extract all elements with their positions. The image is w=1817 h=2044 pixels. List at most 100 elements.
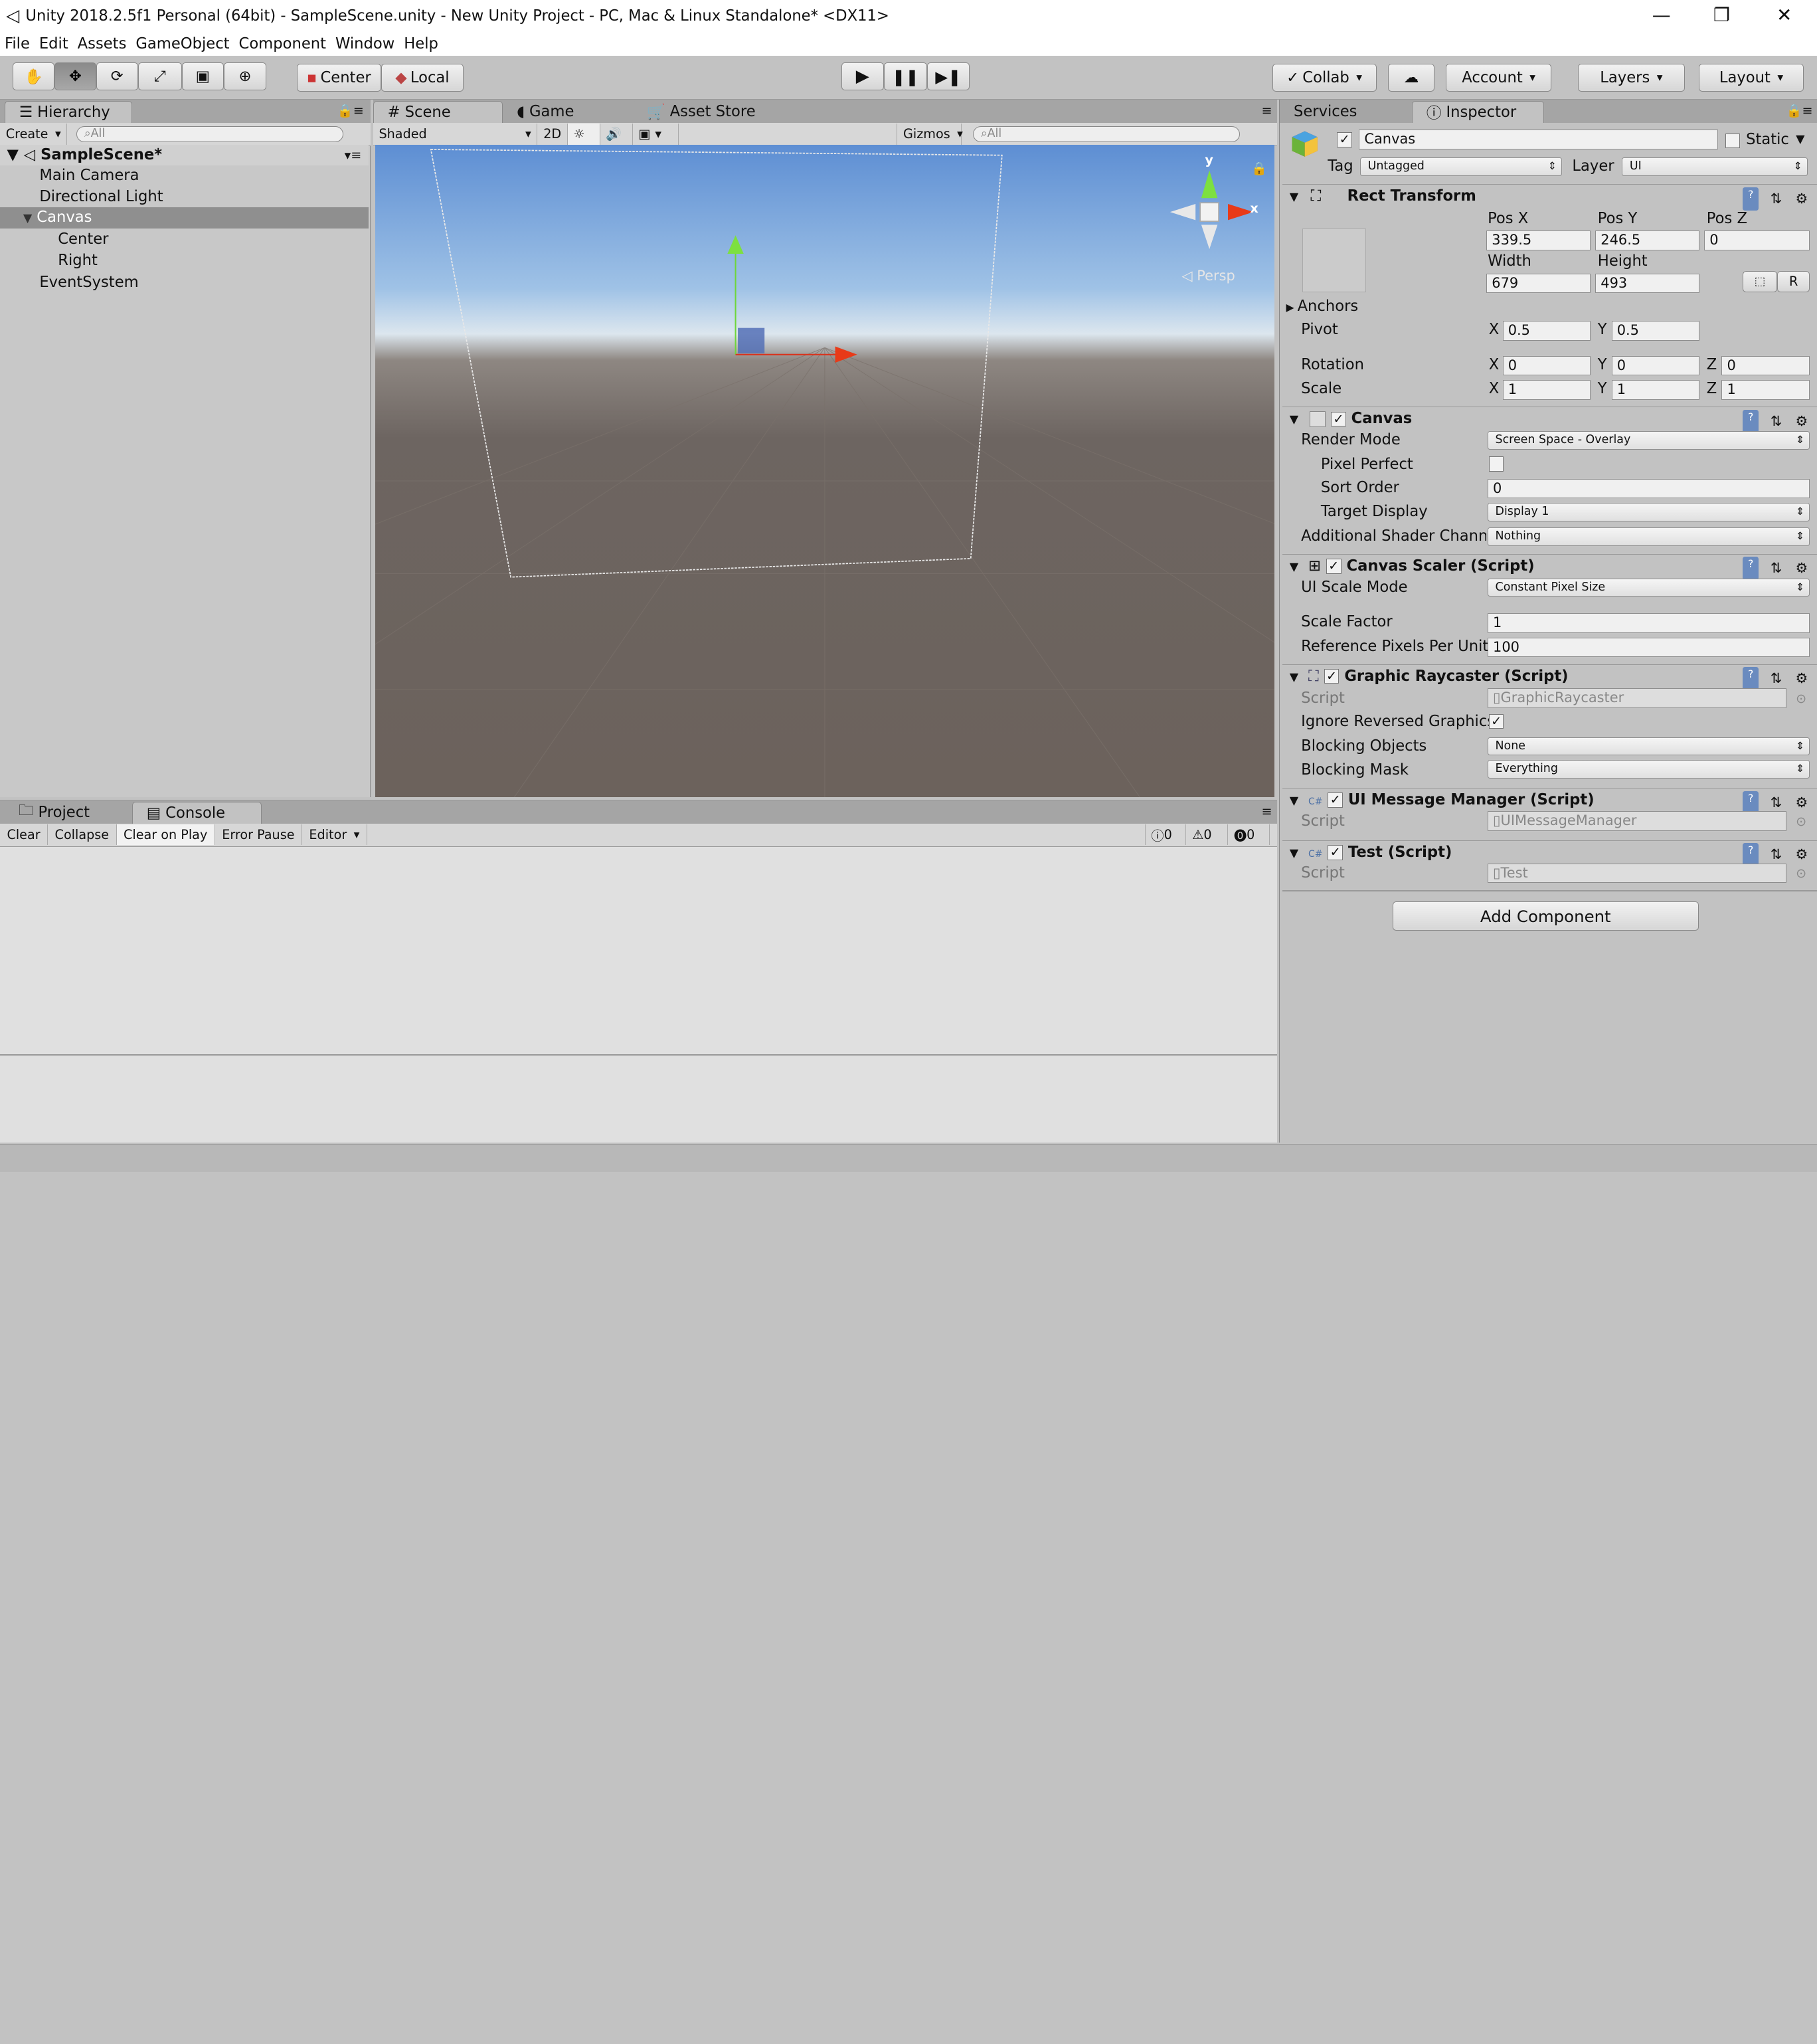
pause-button[interactable]: ❚❚ bbox=[884, 62, 927, 91]
canvas-enabled-checkbox[interactable]: ✓ bbox=[1331, 411, 1346, 427]
ui-message-manager-header[interactable]: ▼ C# ✓ UI Message Manager (Script) ? ⇅ ⚙ bbox=[1282, 788, 1817, 814]
gear-icon[interactable]: ⚙ bbox=[1794, 557, 1810, 580]
hierarchy-item-canvas[interactable]: ▼ Canvas bbox=[0, 207, 369, 229]
effects-dropdown[interactable]: ▣ ▾ bbox=[633, 124, 679, 145]
gear-icon[interactable]: ⚙ bbox=[1794, 187, 1810, 211]
test-script-header[interactable]: ▼ C# ✓ Test (Script) ? ⇅ ⚙ bbox=[1282, 840, 1817, 867]
tab-project[interactable]: 🗀 Project bbox=[4, 801, 132, 824]
tab-scene[interactable]: # Scene bbox=[373, 100, 503, 123]
clear-button[interactable]: Clear bbox=[0, 824, 48, 846]
rotate-tool-icon[interactable]: ⟳ bbox=[96, 62, 138, 91]
menu-help[interactable]: Help bbox=[399, 33, 443, 56]
panel-menu-icon[interactable]: ≡ bbox=[1262, 804, 1272, 819]
create-dropdown[interactable]: Create bbox=[0, 124, 68, 145]
editor-dropdown[interactable]: Editor bbox=[302, 824, 367, 846]
rot-x-field[interactable]: 0 bbox=[1502, 355, 1591, 376]
shader-channels-dropdown[interactable]: Nothing bbox=[1488, 527, 1810, 546]
menu-file[interactable]: File bbox=[0, 33, 35, 56]
audio-toggle[interactable]: 🔊 bbox=[600, 124, 633, 145]
menu-window[interactable]: Window bbox=[331, 33, 399, 56]
pixel-perfect-checkbox[interactable] bbox=[1488, 456, 1504, 472]
layers-dropdown[interactable]: Layers bbox=[1578, 63, 1685, 92]
panel-menu-icon[interactable]: 🔒≡ bbox=[1786, 103, 1813, 118]
canvas-scaler-header[interactable]: ▼ ⊞ ✓ Canvas Scaler (Script) ? ⇅ ⚙ bbox=[1282, 553, 1817, 581]
sort-order-field[interactable]: 0 bbox=[1488, 478, 1810, 499]
preset-sliders-icon[interactable]: ⇅ bbox=[1768, 667, 1784, 690]
blocking-objects-dropdown[interactable]: None bbox=[1488, 737, 1810, 756]
clear-on-play-button[interactable]: Clear on Play bbox=[116, 824, 215, 846]
help-book-icon[interactable]: ? bbox=[1742, 557, 1759, 581]
scale-z-field[interactable]: 1 bbox=[1721, 380, 1810, 400]
blocking-mask-dropdown[interactable]: Everything bbox=[1488, 760, 1810, 779]
preset-sliders-icon[interactable]: ⇅ bbox=[1768, 187, 1784, 211]
ui-message-enabled-checkbox[interactable]: ✓ bbox=[1328, 792, 1343, 808]
pivot-x-field[interactable]: 0.5 bbox=[1502, 321, 1591, 341]
raycaster-enabled-checkbox[interactable]: ✓ bbox=[1324, 668, 1340, 684]
help-book-icon[interactable]: ? bbox=[1742, 409, 1759, 433]
static-checkbox[interactable] bbox=[1725, 133, 1741, 149]
warning-count-toggle[interactable]: ⚠ 0 bbox=[1186, 824, 1229, 846]
menu-assets[interactable]: Assets bbox=[73, 33, 131, 56]
gear-icon[interactable]: ⚙ bbox=[1794, 410, 1810, 433]
play-button[interactable]: ▶ bbox=[841, 62, 885, 91]
posy-field[interactable]: 246.5 bbox=[1595, 231, 1700, 250]
render-mode-dropdown[interactable]: Screen Space - Overlay bbox=[1488, 430, 1810, 450]
persp-label[interactable]: ◁ Persp bbox=[1181, 268, 1235, 284]
scale-factor-field[interactable]: 1 bbox=[1488, 612, 1810, 633]
rect-transform-header[interactable]: ▼ ⛶ Rect Transform ? ⇅ ⚙ bbox=[1282, 184, 1817, 211]
panel-menu-icon[interactable]: ≡ bbox=[1261, 103, 1272, 118]
cloud-button[interactable]: ☁ bbox=[1388, 63, 1434, 92]
scale-x-field[interactable]: 1 bbox=[1502, 380, 1591, 400]
anchor-preset-button[interactable] bbox=[1302, 228, 1366, 292]
gameobject-name-field[interactable]: Canvas bbox=[1359, 130, 1719, 150]
pivot-y-field[interactable]: 0.5 bbox=[1611, 321, 1700, 341]
scene-root-item[interactable]: ▼ ◁ SampleScene* ▾≡ bbox=[0, 145, 369, 166]
gear-icon[interactable]: ⚙ bbox=[1794, 667, 1810, 690]
hierarchy-item-directional-light[interactable]: Directional Light bbox=[0, 187, 369, 207]
scene-menu-icon[interactable]: ▾≡ bbox=[345, 145, 362, 165]
reference-pixels-field[interactable]: 100 bbox=[1488, 637, 1810, 658]
help-book-icon[interactable]: ? bbox=[1742, 667, 1759, 691]
hierarchy-item-center[interactable]: Center bbox=[0, 229, 369, 250]
gameobject-active-checkbox[interactable]: ✓ bbox=[1337, 132, 1352, 147]
raw-edit-button[interactable]: R bbox=[1777, 271, 1810, 292]
menu-edit[interactable]: Edit bbox=[35, 33, 73, 56]
info-count-toggle[interactable]: ⓘ 0 bbox=[1144, 824, 1187, 846]
tag-dropdown[interactable]: Untagged bbox=[1360, 157, 1562, 177]
help-book-icon[interactable]: ? bbox=[1742, 187, 1759, 211]
lock-icon[interactable]: 🔒 bbox=[1251, 161, 1267, 176]
gizmos-dropdown[interactable]: Gizmos bbox=[897, 124, 962, 145]
test-enabled-checkbox[interactable]: ✓ bbox=[1328, 844, 1343, 860]
layout-dropdown[interactable]: Layout bbox=[1698, 63, 1804, 92]
posx-field[interactable]: 339.5 bbox=[1486, 231, 1591, 250]
gear-icon[interactable]: ⚙ bbox=[1794, 791, 1810, 814]
pivot-center-button[interactable]: ▪ Center bbox=[296, 63, 381, 92]
step-button[interactable]: ▶❚ bbox=[926, 62, 970, 91]
height-field[interactable]: 493 bbox=[1595, 273, 1700, 294]
canvas-scaler-enabled-checkbox[interactable]: ✓ bbox=[1326, 559, 1341, 574]
shaded-dropdown[interactable]: Shaded bbox=[373, 124, 538, 145]
hierarchy-search-input[interactable]: ⌕All bbox=[76, 126, 343, 143]
menu-gameobject[interactable]: GameObject bbox=[131, 33, 234, 56]
scene-viewport[interactable]: y x ◁ Persp 🔒 bbox=[375, 145, 1275, 798]
scale-y-field[interactable]: 1 bbox=[1611, 380, 1700, 400]
pivot-local-button[interactable]: ◆ Local bbox=[381, 63, 464, 92]
close-button[interactable]: ✕ bbox=[1754, 0, 1814, 30]
graphic-raycaster-header[interactable]: ▼ ⛶ ✓ Graphic Raycaster (Script) ? ⇅ ⚙ bbox=[1282, 664, 1817, 691]
scene-search-input[interactable]: ⌕All bbox=[973, 126, 1240, 143]
ui-scale-mode-dropdown[interactable]: Constant Pixel Size bbox=[1488, 578, 1810, 597]
account-dropdown[interactable]: Account bbox=[1446, 63, 1551, 92]
rect-tool-icon[interactable]: ▣ bbox=[181, 62, 224, 91]
error-pause-button[interactable]: Error Pause bbox=[215, 824, 302, 846]
blueprint-mode-icon[interactable]: ⬚ bbox=[1742, 271, 1778, 292]
transform-tool-icon[interactable]: ⊕ bbox=[223, 62, 267, 91]
maximize-button[interactable]: ❐ bbox=[1691, 0, 1752, 30]
minimize-button[interactable]: — bbox=[1631, 0, 1691, 30]
layer-dropdown[interactable]: UI bbox=[1622, 157, 1808, 177]
rot-z-field[interactable]: 0 bbox=[1721, 355, 1810, 376]
hierarchy-item-main-camera[interactable]: Main Camera bbox=[0, 165, 369, 186]
hierarchy-item-eventsystem[interactable]: EventSystem bbox=[0, 272, 369, 293]
tab-hierarchy[interactable]: ☰ Hierarchy bbox=[4, 100, 132, 123]
preset-sliders-icon[interactable]: ⇅ bbox=[1768, 557, 1784, 580]
add-component-button[interactable]: Add Component bbox=[1393, 901, 1699, 931]
